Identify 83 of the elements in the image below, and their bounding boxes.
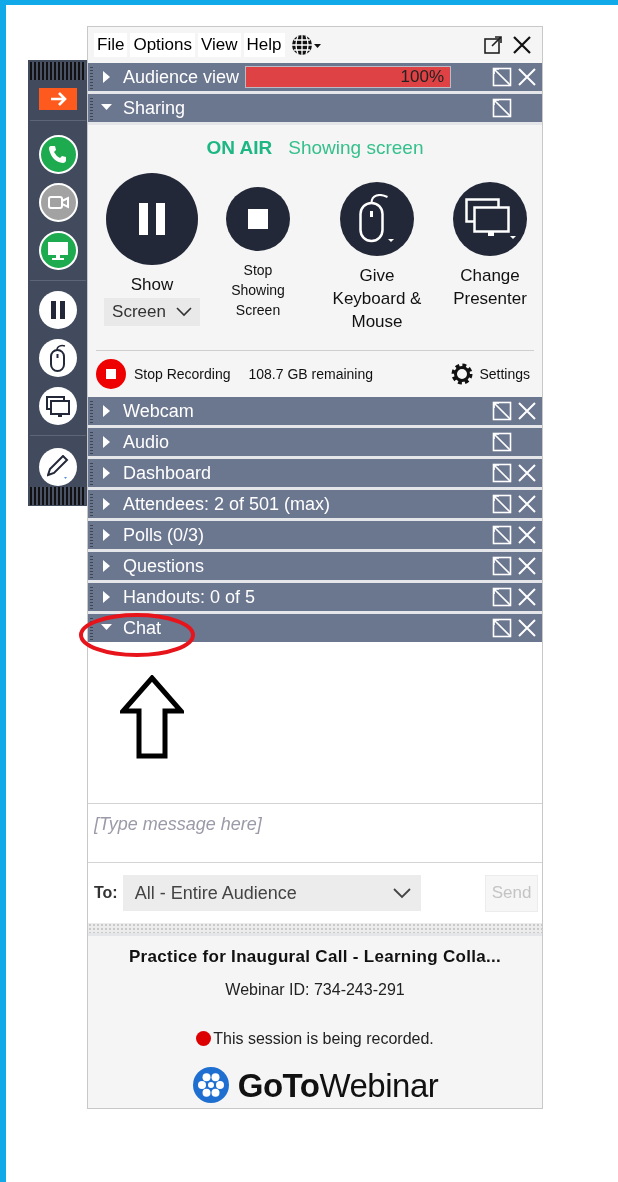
stop-recording-link[interactable]: Stop Recording <box>134 363 231 385</box>
panel-title: Attendees: 2 of 501 (max) <box>123 492 331 516</box>
camera-icon <box>47 196 69 209</box>
undock-icon[interactable] <box>492 494 512 514</box>
panel-title: Sharing <box>123 96 186 120</box>
recording-notice: This session is being recorded. <box>213 1028 434 1049</box>
arrow-icon <box>48 90 68 108</box>
draw-button[interactable] <box>39 448 77 486</box>
globe-icon[interactable] <box>290 34 322 56</box>
presenter-button[interactable] <box>39 387 77 425</box>
screen-dropdown[interactable]: Screen <box>104 297 200 326</box>
phone-button[interactable] <box>38 135 78 174</box>
action-label: Change Presenter <box>452 264 528 310</box>
webinar-id: Webinar ID: 734-243-291 <box>225 979 405 1000</box>
grip-handle[interactable] <box>30 487 86 505</box>
exit-button[interactable] <box>39 88 77 110</box>
pause-button[interactable] <box>39 291 77 329</box>
message-field[interactable]: [Type message here] <box>88 803 542 863</box>
meter-reading: 100% <box>400 67 445 87</box>
status-detail: Showing screen <box>288 135 424 160</box>
stop-icon <box>248 208 268 229</box>
panel-header[interactable]: Audience view 100% <box>88 63 542 91</box>
monitor-icon <box>48 241 68 260</box>
panel-title: Audience view <box>123 65 240 89</box>
storage-remaining: 108.7 GB remaining <box>248 364 374 384</box>
to-label: To: <box>94 883 118 903</box>
panel-header[interactable]: Questions <box>88 552 542 580</box>
undock-icon[interactable] <box>492 401 512 421</box>
flower-logo-icon <box>191 1066 230 1105</box>
undock-icon[interactable] <box>492 556 512 576</box>
chevron-icon <box>175 306 192 318</box>
undock-icon[interactable] <box>492 463 512 483</box>
menu-item[interactable]: Help <box>243 33 285 57</box>
menu-item[interactable]: View <box>198 33 241 57</box>
panel-header[interactable]: Sharing <box>88 94 542 122</box>
webinar-title: Practice for Inaugural Call - Learning Colla... <box>128 946 502 968</box>
brand-name: GoToWebinar <box>237 1065 439 1106</box>
close-icon[interactable] <box>512 35 532 55</box>
panel-title: Webcam <box>123 399 194 423</box>
resize-handle[interactable] <box>88 923 542 933</box>
panel-header[interactable]: Polls (0/3) <box>88 521 542 549</box>
mouse-button[interactable] <box>39 339 77 377</box>
undock-icon[interactable] <box>492 432 512 452</box>
settings-button[interactable]: Settings <box>449 361 530 388</box>
action-label: Stop Showing Screen <box>230 260 286 320</box>
on-air-status: ON AIR <box>206 135 273 160</box>
menu-item[interactable]: Options <box>130 33 195 57</box>
webcam-button[interactable] <box>38 183 78 222</box>
monitors-icon <box>46 395 70 417</box>
chevron-icon <box>392 887 411 899</box>
panel-title: Polls (0/3) <box>123 523 205 547</box>
panel-title: Handouts: 0 of 5 <box>123 585 256 609</box>
panel-header[interactable]: Chat <box>88 614 542 642</box>
undock-icon[interactable] <box>492 525 512 545</box>
undock-icon[interactable] <box>492 67 512 87</box>
panel-title: Questions <box>123 554 205 578</box>
phone-icon <box>48 144 68 165</box>
panel-header[interactable]: Attendees: 2 of 501 (max) <box>88 490 542 518</box>
pause-icon <box>139 202 165 235</box>
undock-icon[interactable] <box>492 587 512 607</box>
recipient-dropdown[interactable]: All - Entire Audience <box>122 875 421 911</box>
undock-icon[interactable] <box>492 98 512 118</box>
panel-header[interactable]: Webcam <box>88 397 542 425</box>
action-label: Give Keyboard & Mouse <box>331 264 423 333</box>
panel-header[interactable]: Dashboard <box>88 459 542 487</box>
pencil-icon <box>47 455 69 479</box>
mouse-icon <box>359 194 395 244</box>
popout-icon[interactable] <box>483 35 503 55</box>
action-label: Show <box>129 273 175 296</box>
stop-icon <box>106 369 116 380</box>
grip-handle[interactable] <box>30 62 86 80</box>
screen-button[interactable] <box>38 231 78 270</box>
monitors-icon <box>464 198 516 240</box>
panel-header[interactable]: Audio <box>88 428 542 456</box>
menu-item[interactable]: File <box>94 33 128 57</box>
mouse-icon <box>50 344 66 372</box>
record-button[interactable] <box>96 359 126 390</box>
undock-icon[interactable] <box>492 618 512 638</box>
panel-title: Audio <box>123 430 170 454</box>
panel-title: Chat <box>123 616 162 640</box>
panel-title: Dashboard <box>123 461 212 485</box>
pause-icon <box>51 301 65 319</box>
panel-header[interactable]: Handouts: 0 of 5 <box>88 583 542 611</box>
